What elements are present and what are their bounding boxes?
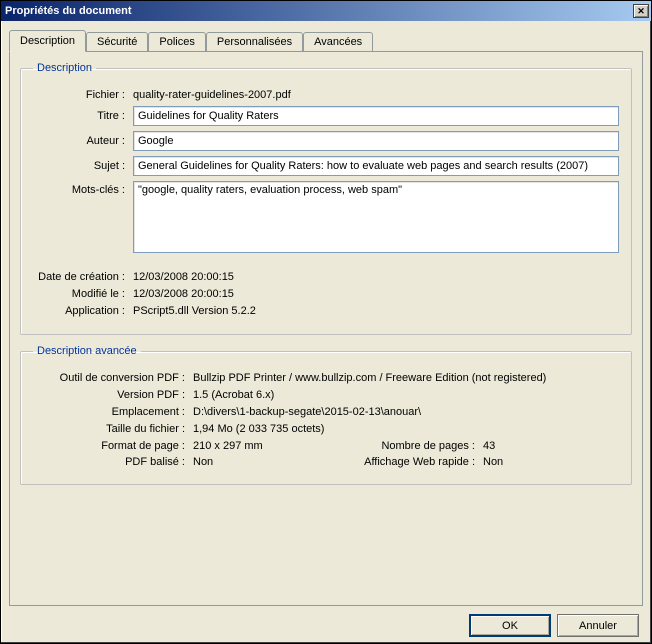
label-modified: Modifié le :	[33, 288, 133, 300]
value-pagesize: 210 x 297 mm	[193, 440, 343, 452]
value-tagged: Non	[193, 456, 343, 468]
label-author: Auteur :	[33, 135, 133, 147]
label-keywords: Mots-clés :	[33, 181, 133, 196]
author-input[interactable]	[133, 131, 619, 151]
group-advanced-description: Description avancée Outil de conversion …	[20, 345, 632, 485]
label-pagecount: Nombre de pages :	[343, 440, 483, 452]
label-title: Titre :	[33, 110, 133, 122]
tab-personnalisees[interactable]: Personnalisées	[206, 32, 303, 51]
value-application: PScript5.dll Version 5.2.2	[133, 305, 256, 317]
value-fastweb: Non	[483, 456, 503, 468]
dialog-body: Description Sécurité Polices Personnalis…	[1, 21, 651, 643]
value-producer: Bullzip PDF Printer / www.bullzip.com / …	[193, 372, 546, 384]
value-pagecount: 43	[483, 440, 495, 452]
close-icon[interactable]	[633, 4, 649, 18]
label-filesize: Taille du fichier :	[33, 423, 193, 435]
row-pagesize-pagecount: Format de page : 210 x 297 mm Nombre de …	[33, 440, 619, 452]
subject-input[interactable]	[133, 156, 619, 176]
tab-panel-description: Description Fichier : quality-rater-guid…	[9, 51, 643, 606]
label-pagesize: Format de page :	[33, 440, 193, 452]
tab-description[interactable]: Description	[9, 30, 86, 52]
label-fastweb: Affichage Web rapide :	[343, 456, 483, 468]
value-file: quality-rater-guidelines-2007.pdf	[133, 89, 291, 101]
tab-securite[interactable]: Sécurité	[86, 32, 148, 51]
value-location: D:\divers\1-backup-segate\2015-02-13\ano…	[193, 406, 421, 418]
keywords-input[interactable]	[133, 181, 619, 253]
title-input[interactable]	[133, 106, 619, 126]
window-title: Propriétés du document	[5, 5, 132, 17]
row-author: Auteur :	[33, 131, 619, 151]
document-properties-window: Propriétés du document Description Sécur…	[0, 0, 652, 644]
row-title: Titre :	[33, 106, 619, 126]
row-producer: Outil de conversion PDF : Bullzip PDF Pr…	[33, 372, 619, 384]
label-tagged: PDF balisé :	[33, 456, 193, 468]
label-location: Emplacement :	[33, 406, 193, 418]
value-modified: 12/03/2008 20:00:15	[133, 288, 234, 300]
cancel-button[interactable]: Annuler	[557, 614, 639, 637]
group-description: Description Fichier : quality-rater-guid…	[20, 62, 632, 335]
label-pdfversion: Version PDF :	[33, 389, 193, 401]
row-pdfversion: Version PDF : 1.5 (Acrobat 6.x)	[33, 389, 619, 401]
value-pdfversion: 1.5 (Acrobat 6.x)	[193, 389, 274, 401]
tab-strip: Description Sécurité Polices Personnalis…	[9, 29, 643, 51]
group-advanced-legend: Description avancée	[33, 345, 141, 357]
value-filesize: 1,94 Mo (2 033 735 octets)	[193, 423, 324, 435]
row-keywords: Mots-clés :	[33, 181, 619, 253]
tab-polices[interactable]: Polices	[148, 32, 205, 51]
label-file: Fichier :	[33, 89, 133, 101]
label-created: Date de création :	[33, 271, 133, 283]
row-modified: Modifié le : 12/03/2008 20:00:15	[33, 288, 619, 300]
row-subject: Sujet :	[33, 156, 619, 176]
row-location: Emplacement : D:\divers\1-backup-segate\…	[33, 406, 619, 418]
label-producer: Outil de conversion PDF :	[33, 372, 193, 384]
row-file: Fichier : quality-rater-guidelines-2007.…	[33, 89, 619, 101]
value-created: 12/03/2008 20:00:15	[133, 271, 234, 283]
row-tagged-fastweb: PDF balisé : Non Affichage Web rapide : …	[33, 456, 619, 468]
row-created: Date de création : 12/03/2008 20:00:15	[33, 271, 619, 283]
dialog-button-row: OK Annuler	[9, 606, 643, 637]
titlebar: Propriétés du document	[1, 1, 651, 21]
label-subject: Sujet :	[33, 160, 133, 172]
row-filesize: Taille du fichier : 1,94 Mo (2 033 735 o…	[33, 423, 619, 435]
tab-avancees[interactable]: Avancées	[303, 32, 373, 51]
label-application: Application :	[33, 305, 133, 317]
ok-button[interactable]: OK	[469, 614, 551, 637]
group-description-legend: Description	[33, 62, 96, 74]
row-application: Application : PScript5.dll Version 5.2.2	[33, 305, 619, 317]
